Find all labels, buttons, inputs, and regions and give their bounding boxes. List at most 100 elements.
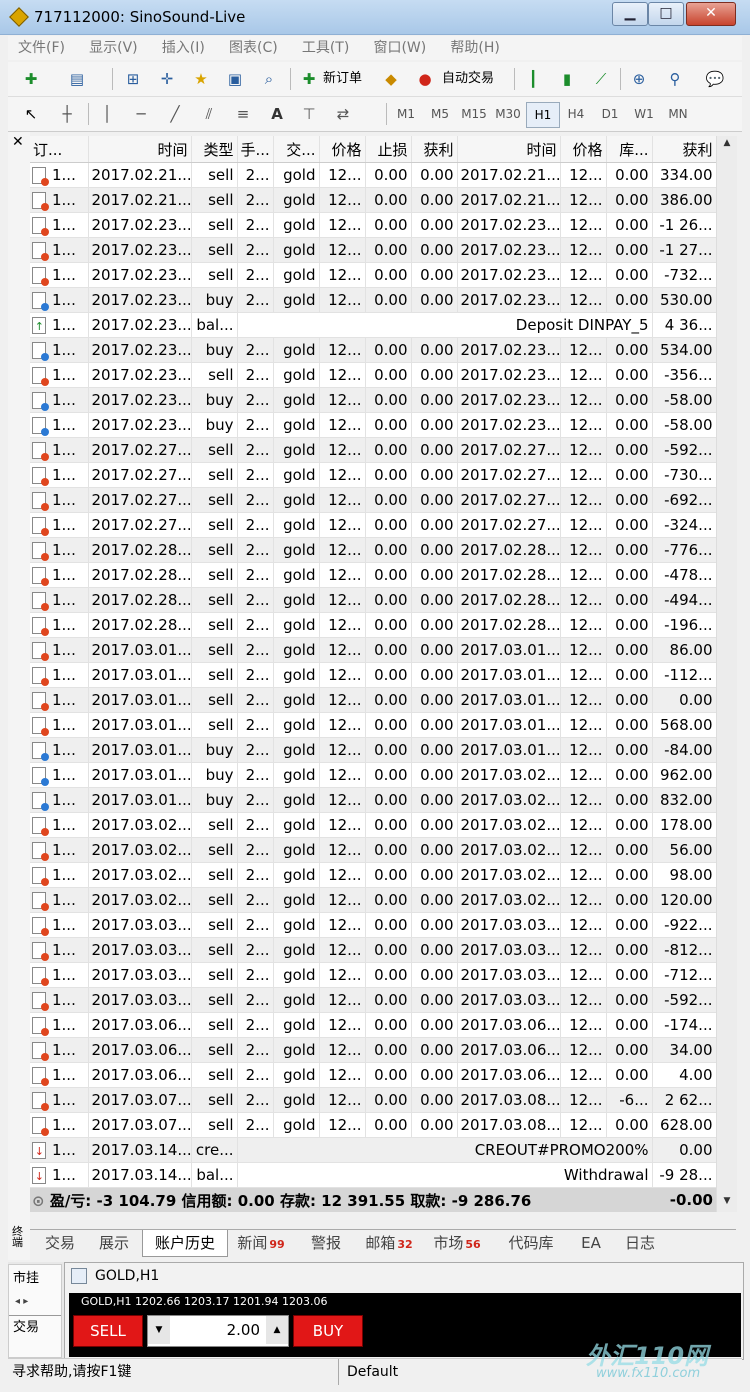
cursor-icon[interactable]: ↖ xyxy=(20,103,42,125)
arrows-dropdown-icon[interactable]: ⇄ xyxy=(332,103,354,125)
table-row[interactable]: 1... 2017.03.02... sell 2... gold 12... 0.00 0.… xyxy=(30,862,716,888)
tab-mailbox[interactable]: 邮箱 32 xyxy=(358,1230,420,1256)
chat-icon[interactable]: 💬 xyxy=(704,68,726,90)
terminal-icon[interactable]: ▣ xyxy=(224,68,246,90)
col-stop-loss[interactable]: 止损 xyxy=(365,136,412,163)
menu-help[interactable]: 帮助(H) xyxy=(440,36,509,60)
col-take-profit[interactable]: 获利 xyxy=(411,136,458,163)
zoom-in-icon[interactable]: ⊕ xyxy=(628,68,650,90)
zoom-out-icon[interactable]: ⚲ xyxy=(664,68,686,90)
lot-size-stepper[interactable]: ▼ 2.00 ▲ xyxy=(147,1315,289,1347)
table-row[interactable]: 1... 2017.02.27... sell 2... gold 12... 0.00 0.… xyxy=(30,462,716,488)
new-order-icon[interactable]: ✚ xyxy=(298,68,320,90)
market-watch-scroll-icon[interactable]: ◂ ▸ xyxy=(9,1288,61,1315)
bar-chart-icon[interactable]: ┃ xyxy=(522,68,544,90)
table-row[interactable]: 1... 2017.03.01... sell 2... gold 12... 0.00 0.… xyxy=(30,637,716,663)
table-row[interactable]: 1... 2017.03.01... sell 2... gold 12... 0.00 0.… xyxy=(30,662,716,688)
table-row[interactable]: 1... 2017.02.28... sell 2... gold 12... 0.00 0.… xyxy=(30,537,716,563)
line-chart-icon[interactable]: ⟋ xyxy=(590,68,612,90)
maximize-button[interactable]: □ xyxy=(648,2,684,26)
table-row[interactable]: 1... 2017.03.07... sell 2... gold 12... 0.00 0.… xyxy=(30,1087,716,1113)
table-row[interactable]: 1... 2017.02.21... sell 2... gold 12... 0.00 0.… xyxy=(30,187,716,213)
table-row[interactable]: 1... 2017.02.23... sell 2... gold 12... 0.00 0.… xyxy=(30,237,716,263)
close-button[interactable]: ✕ xyxy=(686,2,736,26)
menu-tools[interactable]: 工具(T) xyxy=(292,36,359,60)
table-row[interactable]: 1... 2017.02.23... sell 2... gold 12... 0.00 0.… xyxy=(30,262,716,288)
minimize-button[interactable]: ▁ xyxy=(612,2,648,26)
auto-trading-icon[interactable]: ● xyxy=(414,68,436,90)
table-row[interactable]: 1... 2017.03.06... sell 2... gold 12... 0.00 0.… xyxy=(30,1037,716,1063)
col-symbol[interactable]: 交... xyxy=(273,136,320,163)
tab-experts[interactable]: EA xyxy=(570,1230,612,1256)
lot-increase-icon[interactable]: ▲ xyxy=(266,1316,288,1344)
col-lots[interactable]: 手... xyxy=(237,136,274,163)
text-label-icon[interactable]: ⊤ xyxy=(298,103,320,125)
table-row[interactable]: 1... 2017.03.02... sell 2... gold 12... 0.00 0.… xyxy=(30,887,716,913)
timeframe-h4[interactable]: H4 xyxy=(560,102,592,126)
new-order-button[interactable]: 新订单 xyxy=(323,67,362,91)
table-row[interactable]: 1... 2017.02.27... sell 2... gold 12... 0.00 0.… xyxy=(30,437,716,463)
fibonacci-icon[interactable]: ≡ xyxy=(232,103,254,125)
market-watch-tab-trade[interactable]: 交易 xyxy=(9,1315,61,1335)
table-row[interactable]: 1... 2017.02.28... sell 2... gold 12... 0.00 0.… xyxy=(30,562,716,588)
table-row[interactable]: 1... 2017.02.23... buy 2... gold 12... 0.00 0.0… xyxy=(30,387,716,413)
table-row[interactable]: 1... 2017.02.27... sell 2... gold 12... 0.00 0.… xyxy=(30,487,716,513)
timeframe-m15[interactable]: M15 xyxy=(458,102,490,126)
table-row[interactable]: 1... 2017.02.23... buy 2... gold 12... 0.00 0.0… xyxy=(30,337,716,363)
new-chart-icon[interactable]: ✚ xyxy=(20,68,42,90)
table-row[interactable]: 1... 2017.02.23... buy 2... gold 12... 0.00 0.0… xyxy=(30,412,716,438)
table-row[interactable]: 1... 2017.02.28... sell 2... gold 12... 0.00 0.… xyxy=(30,587,716,613)
table-row[interactable]: 1... 2017.03.02... sell 2... gold 12... 0.00 0.… xyxy=(30,837,716,863)
tab-trade[interactable]: 交易 xyxy=(34,1230,86,1256)
scroll-down-icon[interactable]: ▼ xyxy=(719,1196,735,1210)
one-click-sell-button[interactable]: SELL xyxy=(73,1315,143,1347)
table-row[interactable]: 1... 2017.03.01... sell 2... gold 12... 0.00 0.… xyxy=(30,712,716,738)
table-row[interactable]: 1... 2017.02.23... sell 2... gold 12... 0.00 0.… xyxy=(30,212,716,238)
horizontal-line-icon[interactable]: ─ xyxy=(130,103,152,125)
col-swap[interactable]: 库... xyxy=(606,136,653,163)
table-row[interactable]: 1... 2017.03.03... sell 2... gold 12... 0.00 0.… xyxy=(30,912,716,938)
lot-decrease-icon[interactable]: ▼ xyxy=(148,1316,170,1344)
tab-journal[interactable]: 日志 xyxy=(614,1230,666,1256)
table-row[interactable]: 1... 2017.03.01... buy 2... gold 12... 0.00 0.0… xyxy=(30,737,716,763)
timeframe-m5[interactable]: M5 xyxy=(424,102,456,126)
table-row[interactable]: 1... 2017.03.07... sell 2... gold 12... 0.00 0.… xyxy=(30,1112,716,1138)
menu-file[interactable]: 文件(F) xyxy=(8,36,75,60)
timeframe-m1[interactable]: M1 xyxy=(390,102,422,126)
table-row[interactable]: 1... 2017.02.21... sell 2... gold 12... 0.00 0.… xyxy=(30,162,716,188)
table-row[interactable]: 1... 2017.03.02... sell 2... gold 12... 0.00 0.… xyxy=(30,812,716,838)
table-row[interactable]: 1... 2017.02.23... buy 2... gold 12... 0.00 0.0… xyxy=(30,287,716,313)
col-type[interactable]: 类型 xyxy=(191,136,238,163)
data-window-icon[interactable]: ✛ xyxy=(156,68,178,90)
tab-account-history[interactable]: 账户历史 xyxy=(142,1230,228,1257)
menu-charts[interactable]: 图表(C) xyxy=(219,36,288,60)
table-row[interactable]: 1...2017.03.14...cre...CREOUT#PROMO200%0… xyxy=(30,1137,716,1163)
table-row[interactable]: 1... 2017.03.01... sell 2... gold 12... 0.00 0.… xyxy=(30,687,716,713)
col-close-time[interactable]: 时间 xyxy=(457,136,561,163)
menu-view[interactable]: 显示(V) xyxy=(79,36,148,60)
metaeditor-icon[interactable]: ◆ xyxy=(380,68,402,90)
table-row[interactable]: 1... 2017.03.03... sell 2... gold 12... 0.00 0.… xyxy=(30,987,716,1013)
timeframe-d1[interactable]: D1 xyxy=(594,102,626,126)
table-row[interactable]: 1...2017.02.23...bal...Deposit DINPAY_54… xyxy=(30,312,716,338)
market-watch-icon[interactable]: ⊞ xyxy=(122,68,144,90)
equidistant-channel-icon[interactable]: ⫽ xyxy=(198,103,220,125)
scroll-up-icon[interactable]: ▲ xyxy=(719,138,735,152)
tab-exposure[interactable]: 展示 xyxy=(88,1230,140,1256)
tab-alerts[interactable]: 警报 xyxy=(296,1230,356,1256)
market-watch-panel[interactable]: 市挂 ◂ ▸ 交易 xyxy=(8,1264,62,1358)
menu-window[interactable]: 窗口(W) xyxy=(363,36,436,60)
text-icon[interactable]: A xyxy=(266,103,288,125)
crosshair-icon[interactable]: ┼ xyxy=(56,103,78,125)
candlestick-icon[interactable]: ▮ xyxy=(556,68,578,90)
profiles-icon[interactable]: ▤ xyxy=(66,68,88,90)
table-row[interactable]: 1...2017.03.14...bal...Withdrawal-9 28..… xyxy=(30,1162,716,1188)
table-row[interactable]: 1... 2017.02.27... sell 2... gold 12... 0.00 0.… xyxy=(30,512,716,538)
chart-title-bar[interactable]: GOLD,H1 xyxy=(65,1263,743,1289)
table-row[interactable]: 1... 2017.03.06... sell 2... gold 12... 0.00 0.… xyxy=(30,1062,716,1088)
menu-insert[interactable]: 插入(I) xyxy=(152,36,215,60)
table-row[interactable]: 1... 2017.03.01... buy 2... gold 12... 0.00 0.0… xyxy=(30,762,716,788)
lot-size-value[interactable]: 2.00 xyxy=(176,1316,260,1344)
tab-code-base[interactable]: 代码库 xyxy=(494,1230,568,1256)
col-close-price[interactable]: 价格 xyxy=(560,136,607,163)
